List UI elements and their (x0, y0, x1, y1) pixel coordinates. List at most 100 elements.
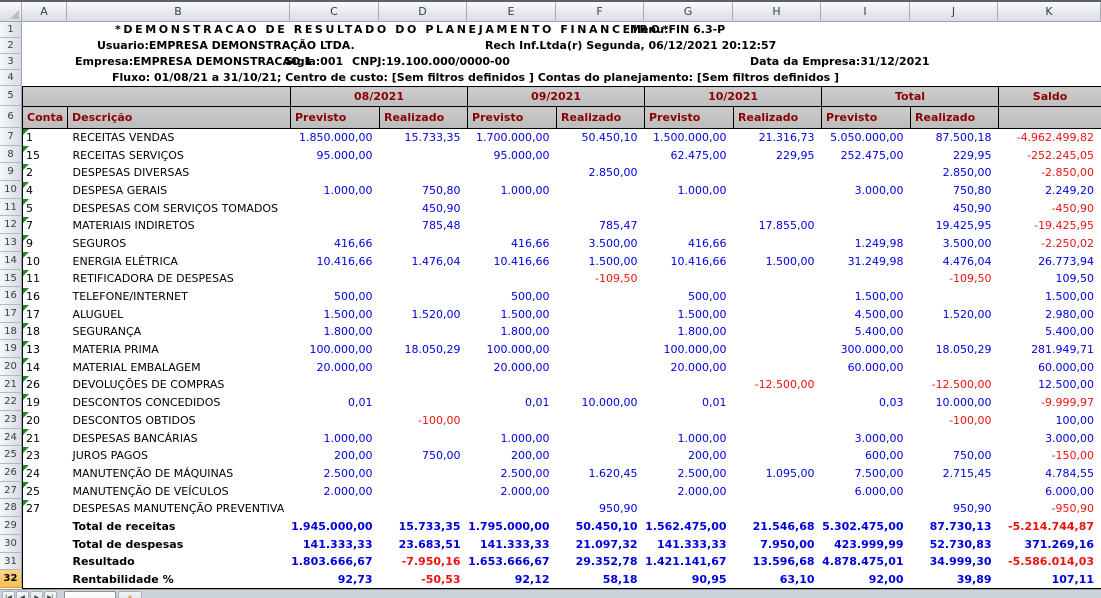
cell-descricao[interactable]: RECEITAS SERVIÇOS (68, 146, 291, 164)
cell-previsto-sep[interactable]: 1.000,00 (468, 182, 557, 200)
cell-realizado-sep[interactable]: 785,47 (557, 217, 645, 235)
row-header-27[interactable]: 27 (0, 482, 22, 500)
row-header-17[interactable]: 17 (0, 305, 22, 323)
row-header-7[interactable]: 7 (0, 128, 22, 146)
cell-previsto-oct[interactable] (645, 270, 734, 288)
cell-descricao[interactable]: SEGURANÇA (68, 323, 291, 341)
cell-previsto-sep[interactable]: 10.416,66 (468, 252, 557, 270)
cell-saldo[interactable]: -19.425,95 (999, 217, 1101, 235)
cell-realizado-aug[interactable]: 1.476,04 (380, 252, 468, 270)
cell-conta[interactable] (23, 518, 68, 536)
cell-conta[interactable]: 21 (23, 429, 68, 447)
cell-previsto-total[interactable]: 1.249,98 (822, 235, 911, 253)
cell-previsto-aug[interactable]: 1.803.666,67 (291, 553, 380, 571)
header-descricao[interactable]: Descrição (68, 107, 291, 129)
cell-descricao[interactable]: RETIFICADORA DE DESPESAS (68, 270, 291, 288)
cell-conta[interactable]: 16 (23, 288, 68, 306)
cell-realizado-aug[interactable] (380, 288, 468, 306)
cell-conta[interactable] (23, 553, 68, 571)
cell-previsto-total[interactable]: 3.000,00 (822, 182, 911, 200)
cell-realizado-total[interactable]: 750,80 (911, 182, 999, 200)
column-header-D[interactable]: D (379, 2, 467, 22)
cell-previsto-sep[interactable] (468, 217, 557, 235)
cell-realizado-oct[interactable]: 1.095,00 (734, 465, 822, 483)
column-header-J[interactable]: J (910, 2, 998, 22)
cell-realizado-oct[interactable]: 21.316,73 (734, 129, 822, 147)
cell-realizado-oct[interactable] (734, 429, 822, 447)
cell-descricao[interactable]: DESPESAS COM SERVIÇOS TOMADOS (68, 199, 291, 217)
cell-saldo[interactable]: -2.250,02 (999, 235, 1101, 253)
row-header-12[interactable]: 12 (0, 216, 22, 234)
cell-previsto-oct[interactable] (645, 199, 734, 217)
cell-realizado-oct[interactable] (734, 323, 822, 341)
cell-saldo[interactable]: 4.784,55 (999, 465, 1101, 483)
row-header-1[interactable]: 1 (0, 22, 22, 38)
cell-realizado-total[interactable]: 1.520,00 (911, 305, 999, 323)
cell-previsto-oct[interactable]: 2.000,00 (645, 482, 734, 500)
row-header-25[interactable]: 25 (0, 446, 22, 464)
cell-previsto-sep[interactable]: 200,00 (468, 447, 557, 465)
cell-realizado-sep[interactable]: 1.620,45 (557, 465, 645, 483)
cell-descricao[interactable]: DESCONTOS OBTIDOS (68, 412, 291, 430)
sheet-nav-first-button[interactable]: |◀ (2, 591, 15, 598)
cell-realizado-oct[interactable] (734, 482, 822, 500)
cell-saldo[interactable]: -9.999,97 (999, 394, 1101, 412)
cell-saldo[interactable]: 107,11 (999, 571, 1101, 589)
cell-previsto-sep[interactable]: 1.500,00 (468, 305, 557, 323)
cell-previsto-sep[interactable]: 1.700.000,00 (468, 129, 557, 147)
cell-previsto-aug[interactable]: 1.850.000,00 (291, 129, 380, 147)
cell-previsto-aug[interactable]: 500,00 (291, 288, 380, 306)
cell-realizado-total[interactable] (911, 323, 999, 341)
cell-previsto-total[interactable] (822, 217, 911, 235)
cell-realizado-aug[interactable] (380, 146, 468, 164)
header-group-saldo[interactable]: Saldo (999, 87, 1101, 107)
row-header-21[interactable]: 21 (0, 376, 22, 394)
cell-realizado-sep[interactable]: 1.500,00 (557, 252, 645, 270)
cell-previsto-sep[interactable] (468, 500, 557, 518)
cell-realizado-aug[interactable]: 785,48 (380, 217, 468, 235)
column-header-A[interactable]: A (22, 2, 67, 22)
cell-realizado-total[interactable]: 19.425,95 (911, 217, 999, 235)
cell-realizado-sep[interactable] (557, 305, 645, 323)
cell-realizado-sep[interactable]: 950,90 (557, 500, 645, 518)
column-header-K[interactable]: K (998, 2, 1101, 22)
row-header-19[interactable]: 19 (0, 340, 22, 358)
cell-previsto-aug[interactable] (291, 199, 380, 217)
row-header-3[interactable]: 3 (0, 54, 22, 70)
cell-saldo[interactable]: 109,50 (999, 270, 1101, 288)
cell-realizado-total[interactable]: 450,90 (911, 199, 999, 217)
sheet-nav-next-button[interactable]: ▶ (30, 591, 43, 598)
total-label[interactable]: Total de receitas (68, 518, 291, 536)
cell-previsto-total[interactable]: 60.000,00 (822, 358, 911, 376)
cell-previsto-oct[interactable]: 90,95 (645, 571, 734, 589)
cell-realizado-total[interactable]: 229,95 (911, 146, 999, 164)
cell-conta[interactable]: 27 (23, 500, 68, 518)
cell-realizado-sep[interactable]: 50.450,10 (557, 129, 645, 147)
cell-descricao[interactable]: DESPESAS MANUTENÇÃO PREVENTIVA (68, 500, 291, 518)
cell-conta[interactable]: 7 (23, 217, 68, 235)
cell-realizado-oct[interactable] (734, 182, 822, 200)
cell-previsto-oct[interactable]: 1.000,00 (645, 182, 734, 200)
cell-conta[interactable] (23, 571, 68, 589)
cell-realizado-aug[interactable] (380, 376, 468, 394)
cell-previsto-aug[interactable]: 2.000,00 (291, 482, 380, 500)
cell-previsto-oct[interactable]: 10.416,66 (645, 252, 734, 270)
cell-saldo[interactable]: -150,00 (999, 447, 1101, 465)
cell-descricao[interactable]: ALUGUEL (68, 305, 291, 323)
cell-previsto-oct[interactable]: 1.421.141,67 (645, 553, 734, 571)
cell-realizado-aug[interactable]: 450,90 (380, 199, 468, 217)
cell-realizado-sep[interactable] (557, 288, 645, 306)
total-label[interactable]: Resultado (68, 553, 291, 571)
cell-realizado-total[interactable]: 10.000,00 (911, 394, 999, 412)
cell-previsto-oct[interactable] (645, 164, 734, 182)
cell-conta[interactable]: 9 (23, 235, 68, 253)
cell-descricao[interactable]: MATERIAL EMBALAGEM (68, 358, 291, 376)
column-header-F[interactable]: F (556, 2, 644, 22)
cell-previsto-sep[interactable]: 416,66 (468, 235, 557, 253)
cell-realizado-aug[interactable]: 15.733,35 (380, 518, 468, 536)
cell-conta[interactable]: 25 (23, 482, 68, 500)
cell-realizado-total[interactable] (911, 288, 999, 306)
cell-realizado-total[interactable]: 87.730,13 (911, 518, 999, 536)
column-header-H[interactable]: H (733, 2, 821, 22)
cell-descricao[interactable]: MATERIAIS INDIRETOS (68, 217, 291, 235)
